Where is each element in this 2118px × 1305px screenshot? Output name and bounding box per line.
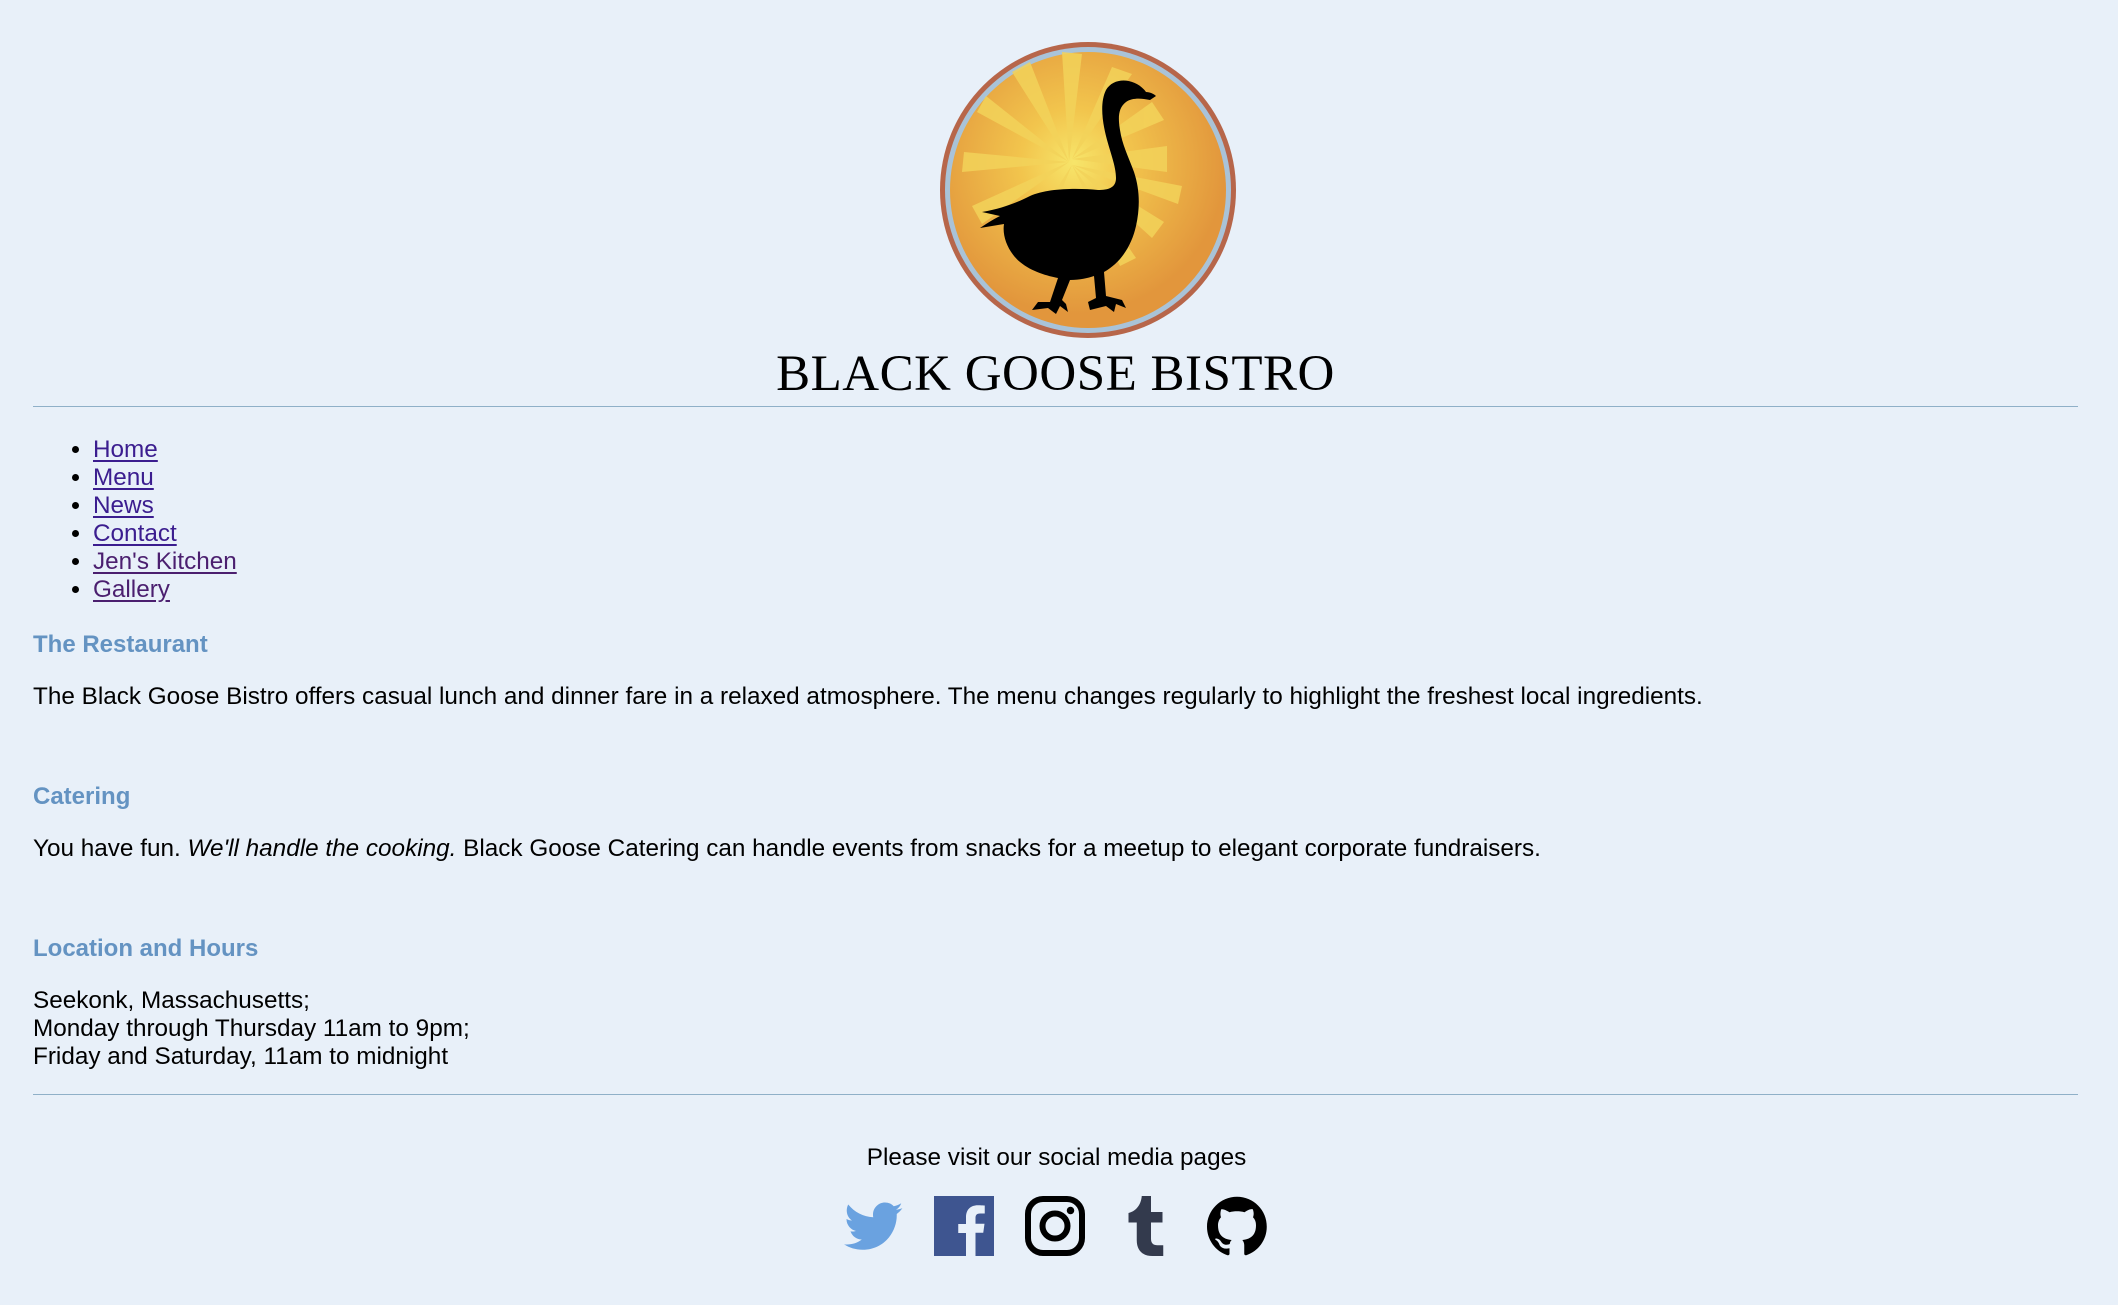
nav-link-menu[interactable]: Menu — [93, 464, 154, 491]
footer-divider — [33, 1094, 2078, 1095]
site-title: BLACK GOOSE BISTRO — [776, 346, 1335, 402]
github-icon[interactable] — [1207, 1196, 1267, 1256]
catering-heading: Catering — [33, 783, 131, 810]
restaurant-text: The Black Goose Bistro offers casual lun… — [33, 683, 1703, 710]
location-line: Seekonk, Massachusetts; — [33, 987, 310, 1014]
social-media-text: Please visit our social media pages — [866, 1144, 1247, 1171]
nav-item-home: Home — [93, 436, 237, 464]
nav-link-contact[interactable]: Contact — [93, 520, 177, 547]
nav-link-jens-kitchen[interactable]: Jen's Kitchen — [93, 548, 237, 575]
goose-logo-graphic — [940, 42, 1236, 338]
catering-text: You have fun. We'll handle the cooking. … — [33, 835, 1541, 863]
nav-item-contact: Contact — [93, 520, 237, 548]
goose-logo-icon[interactable] — [938, 40, 1238, 340]
nav-item-jens-kitchen: Jen's Kitchen — [93, 548, 237, 576]
nav-item-news: News — [93, 492, 237, 520]
instagram-icon[interactable] — [1025, 1196, 1085, 1256]
restaurant-heading: The Restaurant — [33, 631, 208, 658]
social-links — [0, 1196, 2118, 1256]
hours-line-weekday: Monday through Thursday 11am to 9pm; — [33, 1015, 470, 1042]
nav-item-menu: Menu — [93, 464, 237, 492]
facebook-icon[interactable] — [934, 1196, 994, 1256]
catering-text-lead: You have fun. — [33, 835, 188, 862]
tumblr-icon[interactable] — [1116, 1196, 1176, 1256]
nav-link-home[interactable]: Home — [93, 436, 158, 463]
hours-line-weekend: Friday and Saturday, 11am to midnight — [33, 1043, 449, 1070]
catering-text-rest: Black Goose Catering can handle events f… — [456, 835, 1541, 862]
nav-link-gallery[interactable]: Gallery — [93, 576, 170, 603]
nav-item-gallery: Gallery — [93, 576, 237, 604]
location-heading: Location and Hours — [33, 935, 259, 962]
nav-link-news[interactable]: News — [93, 492, 154, 519]
page: BLACK GOOSE BISTRO Home Menu News Contac… — [0, 0, 2118, 1305]
main-nav: Home Menu News Contact Jen's Kitchen Gal… — [33, 436, 237, 604]
twitter-icon[interactable] — [844, 1196, 904, 1256]
catering-text-emphasis: We'll handle the cooking. — [187, 835, 457, 862]
site-header: BLACK GOOSE BISTRO — [33, 0, 2078, 407]
